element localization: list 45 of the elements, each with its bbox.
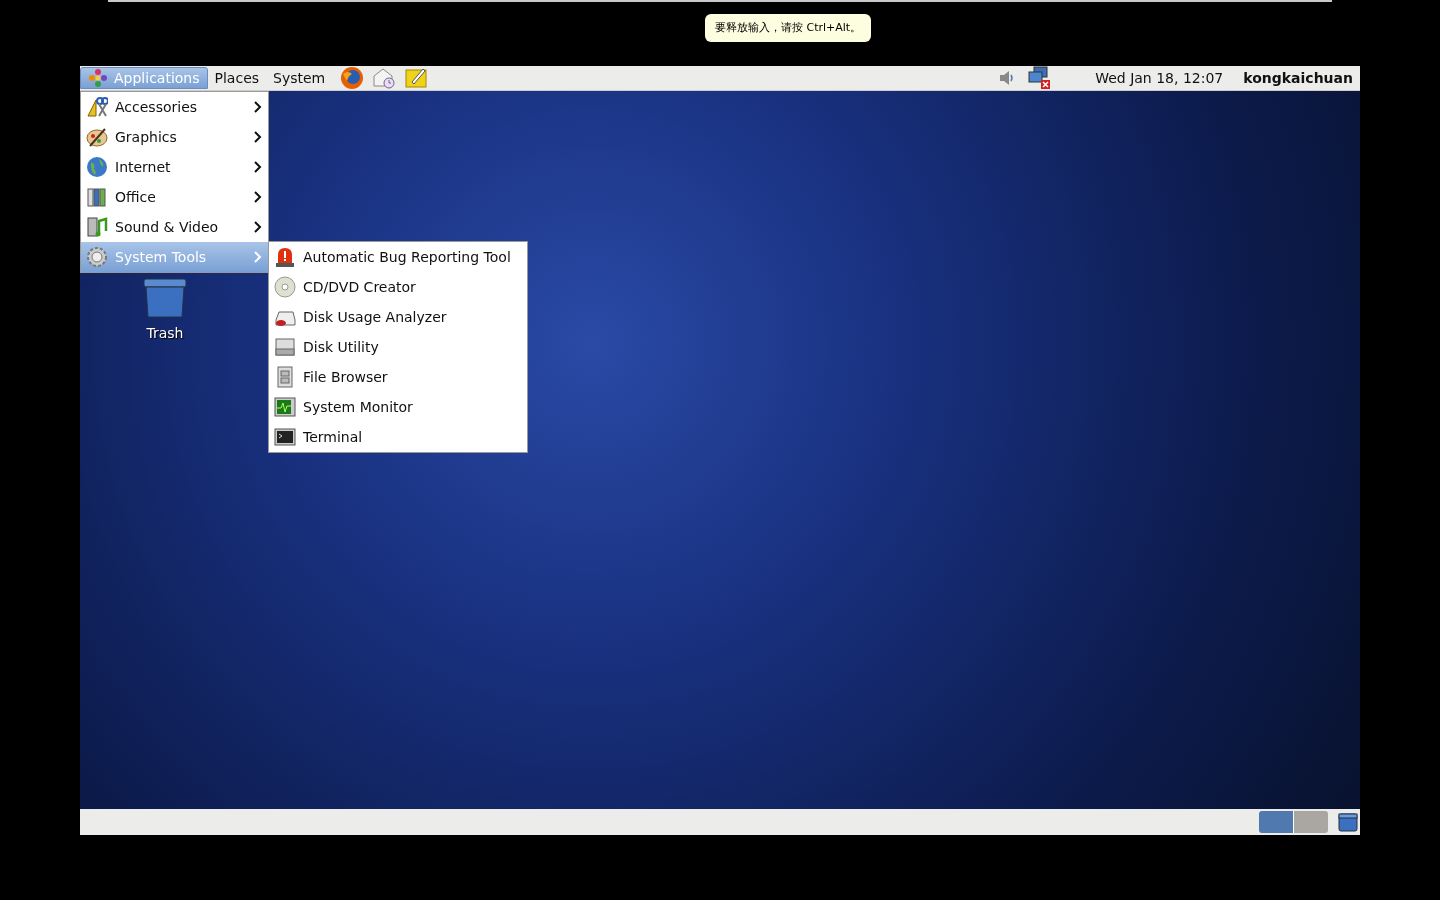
chevron-right-icon (254, 251, 262, 263)
trash-can-icon[interactable] (1338, 812, 1358, 832)
menu-item[interactable]: Disk Utility (269, 332, 527, 362)
menu-item[interactable]: Office (81, 182, 268, 212)
alarm-light-icon (274, 246, 296, 268)
hard-drive-icon (274, 336, 296, 358)
ruler-scissors-icon (86, 96, 108, 118)
desktop-icon-label[interactable]: Trash (146, 325, 184, 341)
firefox-icon[interactable] (340, 66, 365, 90)
tooltip: 要释放输入，请按 Ctrl+Alt。 (705, 14, 872, 42)
disc-icon (274, 276, 296, 298)
menu-item[interactable]: System Monitor (269, 392, 527, 422)
menu-item[interactable]: CD/DVD Creator (269, 272, 527, 302)
workspace-tile[interactable] (1294, 811, 1328, 833)
menu-item[interactable]: Internet (81, 152, 268, 182)
panel-menu[interactable]: System (266, 67, 333, 89)
chevron-right-icon (254, 161, 262, 173)
workspace-tile[interactable] (1259, 811, 1294, 833)
menu-item[interactable]: File Browser (269, 362, 527, 392)
chevron-right-icon (254, 101, 262, 113)
mail-clock-icon[interactable] (372, 66, 397, 90)
panel-menu[interactable]: Places (207, 67, 267, 89)
film-note-icon (86, 216, 108, 238)
menu-item[interactable]: Terminal (269, 422, 527, 452)
chevron-right-icon (254, 131, 262, 143)
network-disconnected-icon[interactable] (1027, 66, 1052, 90)
chevron-right-icon (254, 191, 262, 203)
menu-item[interactable]: Automatic Bug Reporting Tool (269, 242, 527, 272)
globe-icon (86, 156, 108, 178)
menu-item[interactable]: Graphics (81, 122, 268, 152)
trash-can-icon[interactable] (142, 277, 188, 319)
chevron-right-icon (254, 221, 262, 233)
user-name[interactable]: kongkaichuan (1243, 70, 1353, 86)
menu-item[interactable]: Disk Usage Analyzer (269, 302, 527, 332)
notepad-pencil-icon[interactable] (404, 66, 429, 90)
monitor-graph-icon (274, 396, 296, 418)
palette-icon (86, 126, 108, 148)
clock[interactable]: Wed Jan 18, 12:07 (1095, 70, 1224, 86)
binders-icon (86, 186, 108, 208)
cabinet-icon (274, 366, 296, 388)
gear-icon (86, 246, 108, 268)
menu-item[interactable]: Accessories (81, 92, 268, 122)
menu-item[interactable]: Sound & Video (81, 212, 268, 242)
flower-logo-icon (88, 68, 108, 88)
terminal-icon (274, 426, 296, 448)
